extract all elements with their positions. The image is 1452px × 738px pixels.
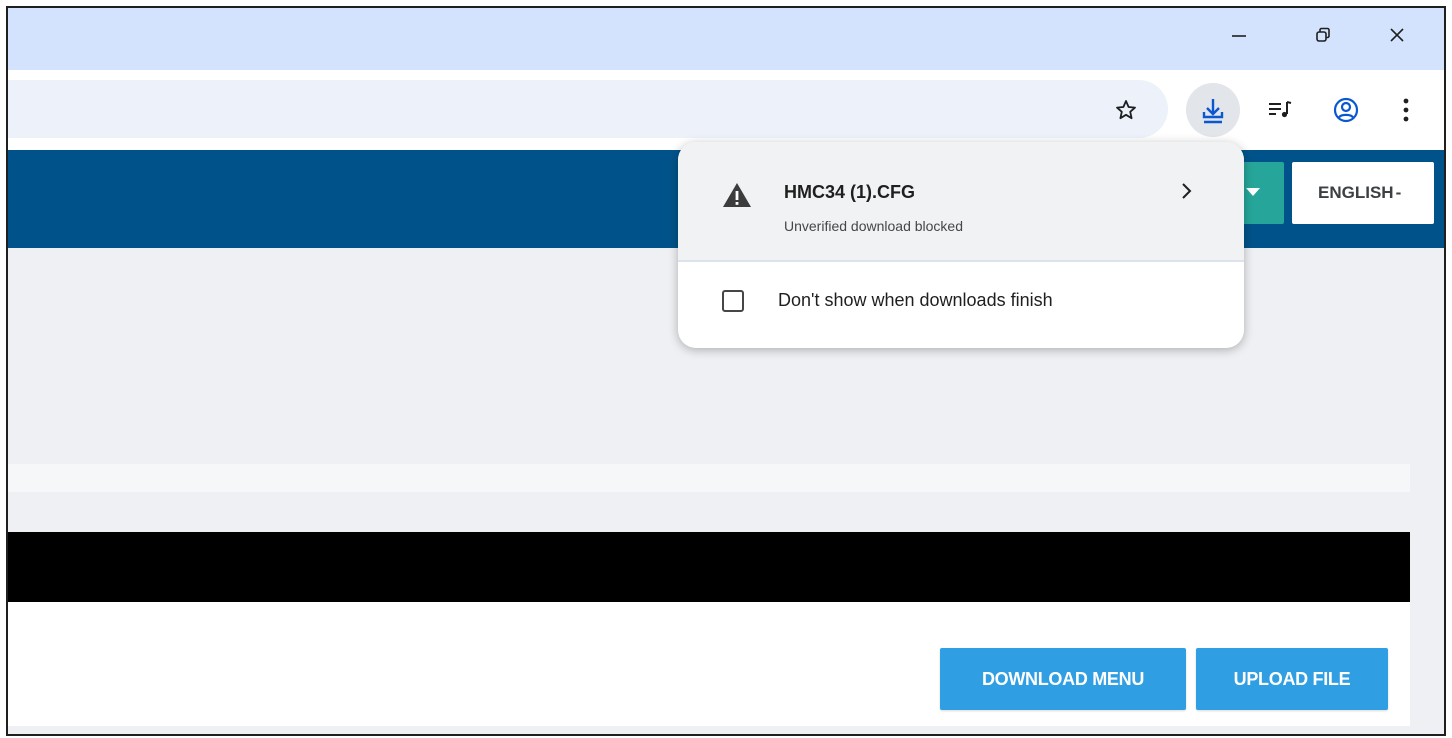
profile-button[interactable] [1326,90,1366,130]
caret-down-icon: - [1395,183,1402,202]
black-banner [8,532,1410,602]
more-vert-icon [1403,98,1409,122]
media-control-button[interactable] [1260,90,1300,130]
restore-button[interactable] [1300,18,1346,52]
upload-file-button[interactable]: UPLOAD FILE [1196,648,1388,710]
minimize-icon [1232,35,1246,37]
language-label: ENGLISH [1318,183,1394,202]
star-icon [1116,100,1136,120]
warning-icon [722,182,752,213]
download-bubble: HMC34 (1).CFG Unverified download blocke… [678,142,1244,348]
download-menu-button[interactable]: DOWNLOAD MENU [940,648,1186,710]
downloads-button[interactable] [1186,83,1240,137]
content-strip [8,464,1410,492]
caret-down-icon [1246,188,1260,196]
language-selector[interactable]: ENGLISH - [1292,162,1434,224]
dont-show-checkbox[interactable] [722,290,744,312]
title-bar [8,8,1444,70]
minimize-button[interactable] [1216,18,1262,52]
content-card: DOWNLOAD MENU UPLOAD FILE [8,532,1410,726]
popup-divider [678,260,1244,262]
download-status: Unverified download blocked [784,218,963,234]
download-item[interactable]: HMC34 (1).CFG Unverified download blocke… [678,142,1244,260]
download-file-name: HMC34 (1).CFG [784,182,916,202]
more-menu-button[interactable] [1386,90,1426,130]
download-menu-label: DOWNLOAD MENU [981,668,1145,689]
dont-show-label: Don't show when downloads finish [778,290,1053,310]
close-icon [1390,28,1404,42]
upload-file-label: UPLOAD FILE [1233,668,1351,689]
address-bar[interactable] [8,80,1168,138]
profile-icon [1333,97,1359,123]
browser-window: ENGLISH - DOWNLOAD MENU UPLOAD FILE HMC34… [6,6,1446,736]
chevron-right-icon[interactable] [1178,180,1196,207]
bookmark-star-button[interactable] [1106,90,1146,130]
media-queue-icon [1269,101,1292,118]
close-button[interactable] [1374,18,1420,52]
download-icon [1202,99,1224,124]
restore-icon [1316,27,1330,42]
browser-toolbar [8,70,1444,150]
